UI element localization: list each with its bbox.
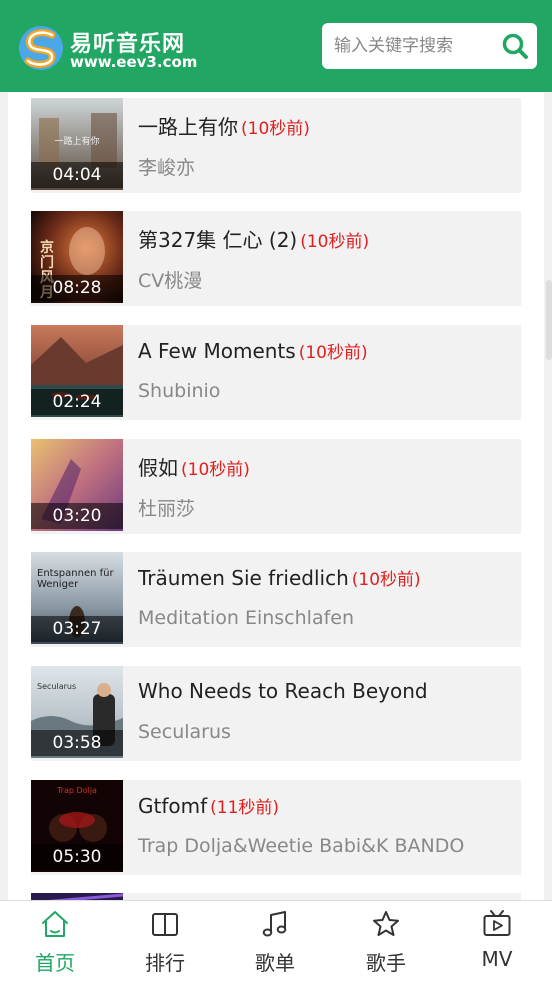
search-icon[interactable] xyxy=(501,32,529,60)
song-item-partial[interactable] xyxy=(31,893,521,900)
nav-playlist[interactable]: 歌单 xyxy=(220,901,330,983)
song-duration: 05:30 xyxy=(31,844,123,870)
song-cover xyxy=(31,893,123,900)
time-ago: (10秒前) xyxy=(351,570,421,590)
cover-caption: 一路上有你 xyxy=(54,137,100,147)
search-input[interactable] xyxy=(322,23,492,69)
scrollbar[interactable] xyxy=(546,280,552,360)
header-bar: 易听音乐网 www.eev3.com xyxy=(0,0,552,92)
song-title: 假如 xyxy=(138,456,178,480)
song-title-line: Who Needs to Reach Beyond xyxy=(138,679,518,703)
time-ago: (10秒前) xyxy=(298,343,368,363)
site-logo[interactable]: 易听音乐网 www.eev3.com xyxy=(18,23,198,73)
song-item[interactable]: 京门风月 08:28 第327集 仁心 (2)(10秒前) CV桃漫 xyxy=(31,211,521,306)
cover-caption: Trap Dolja xyxy=(57,786,97,795)
song-title: A Few Moments xyxy=(138,339,296,363)
song-artist: Secularus xyxy=(138,721,231,743)
song-artist: Trap Dolja&Weetie Babi&K BANDO xyxy=(138,835,465,857)
nav-label: MV xyxy=(481,947,513,971)
home-icon xyxy=(42,911,68,937)
song-item[interactable]: 一路上有你 04:04 一路上有你 (10秒前) 李峻亦 xyxy=(31,98,521,193)
song-duration: 03:27 xyxy=(31,616,123,642)
song-artist: 李峻亦 xyxy=(138,157,196,179)
song-item[interactable]: 02:24 A Few Moments (10秒前) Shubinio xyxy=(31,325,521,420)
song-item[interactable]: Secularus 03:58 Who Needs to Reach Beyon… xyxy=(31,666,521,761)
song-duration: 03:58 xyxy=(31,730,123,756)
nav-label: 排行 xyxy=(145,951,185,975)
cover-caption: Secularus xyxy=(37,682,77,691)
nav-label: 首页 xyxy=(35,951,75,975)
nav-ranking[interactable]: 排行 xyxy=(110,901,220,983)
star-icon xyxy=(373,911,399,936)
song-cover: 03:20 xyxy=(31,439,123,531)
song-cover: 02:24 xyxy=(31,325,123,417)
song-artist: CV桃漫 xyxy=(138,270,203,292)
song-cover: 一路上有你 04:04 xyxy=(31,98,123,190)
time-ago: (10秒前) xyxy=(300,232,370,252)
song-title: Gtfomf xyxy=(138,794,208,818)
song-list: 一路上有你 04:04 一路上有你(10秒前) 李峻亦 京门风月 08:28 第… xyxy=(8,92,544,900)
song-artist: Meditation Einschlafen xyxy=(138,607,355,629)
song-title-line: 第327集 仁心 (2) (10秒前) xyxy=(138,224,518,253)
song-cover: 京门风月 08:28 xyxy=(31,211,123,303)
nav-home[interactable]: 首页 xyxy=(0,901,110,983)
song-duration: 08:28 xyxy=(31,275,123,301)
song-item[interactable]: Entspannen für Weniger 03:27 Träumen Sie… xyxy=(31,552,521,647)
song-cover: Entspannen für Weniger 03:27 xyxy=(31,552,123,644)
song-title-line: Träumen Sie friedlich (10秒前) xyxy=(138,565,518,590)
song-title-line: A Few Moments (10秒前) xyxy=(138,338,518,363)
song-artist: Shubinio xyxy=(138,380,221,402)
song-title-line: 一路上有你 (10秒前) xyxy=(138,111,518,140)
music-note-icon xyxy=(262,911,287,937)
song-duration: 04:04 xyxy=(31,162,123,188)
song-item[interactable]: 03:20 假如 (10秒前) 杜丽莎 xyxy=(31,439,521,534)
song-title: 第327集 仁心 (2) xyxy=(138,228,298,252)
time-ago: (10秒前) xyxy=(241,119,310,139)
tv-play-icon xyxy=(483,910,511,936)
cover-caption: Entspannen für Weniger xyxy=(37,568,114,590)
nav-label: 歌手 xyxy=(366,951,406,975)
song-title-line: 假如 (10秒前) xyxy=(138,452,518,481)
song-title-line: Gtfomf (11秒前) xyxy=(138,793,518,818)
song-title: 一路上有你 xyxy=(138,115,238,139)
song-cover: Trap Dolja 05:30 xyxy=(31,780,123,872)
search-box xyxy=(322,23,537,69)
nav-label: 歌单 xyxy=(255,951,295,975)
time-ago: (11秒前) xyxy=(210,798,280,818)
book-icon xyxy=(152,913,178,936)
nav-singer[interactable]: 歌手 xyxy=(331,901,441,983)
song-item[interactable]: Trap Dolja 05:30 Gtfomf (11秒前) Trap Dolja… xyxy=(31,780,521,875)
time-ago: (10秒前) xyxy=(181,460,250,480)
logo-icon xyxy=(19,26,63,70)
song-title: Who Needs to Reach Beyond xyxy=(138,679,428,703)
song-cover: Secularus 03:58 xyxy=(31,666,123,758)
song-artist: 杜丽莎 xyxy=(138,498,196,520)
site-url: www.eev3.com xyxy=(70,53,198,71)
nav-mv[interactable]: MV xyxy=(442,901,552,983)
song-duration: 03:20 xyxy=(31,503,123,529)
song-title: Träumen Sie friedlich xyxy=(138,566,349,590)
bottom-nav: 首页 排行 歌单 歌手 MV xyxy=(0,900,552,983)
song-duration: 02:24 xyxy=(31,389,123,415)
